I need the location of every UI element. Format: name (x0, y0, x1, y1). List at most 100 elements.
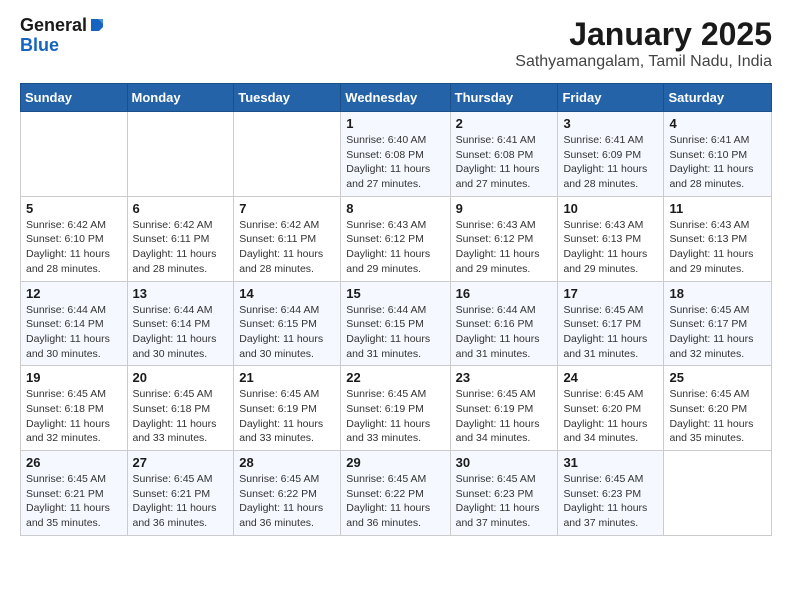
calendar-cell: 27 Sunrise: 6:45 AMSunset: 6:21 PMDayligh… (127, 451, 234, 536)
calendar-cell: 12Sunrise: 6:44 AMSunset: 6:14 PMDayligh… (21, 281, 128, 366)
calendar-week-4: 19Sunrise: 6:45 AMSunset: 6:18 PMDayligh… (21, 366, 772, 451)
title-block: January 2025 Sathyamangalam, Tamil Nadu,… (515, 16, 772, 71)
day-info: Sunrise: 6:45 AMSunset: 6:18 PMDaylight:… (26, 387, 122, 446)
calendar-cell: 7 Sunrise: 6:42 AMSunset: 6:11 PMDaylight… (234, 196, 341, 281)
day-number: 18 (669, 286, 766, 301)
day-info: Sunrise: 6:44 AMSunset: 6:15 PMDaylight:… (239, 303, 335, 362)
calendar-week-1: 1 Sunrise: 6:40 AMSunset: 6:08 PMDaylight… (21, 112, 772, 197)
calendar-cell: 5 Sunrise: 6:42 AMSunset: 6:10 PMDaylight… (21, 196, 128, 281)
calendar-cell: 25Sunrise: 6:45 AMSunset: 6:20 PMDayligh… (664, 366, 772, 451)
day-number: 23 (456, 370, 553, 385)
day-number: 10 (563, 201, 658, 216)
day-header-friday: Friday (558, 84, 664, 112)
calendar-cell: 16 Sunrise: 6:44 AMSunset: 6:16 PMDayligh… (450, 281, 558, 366)
calendar-header: SundayMondayTuesdayWednesdayThursdayFrid… (21, 84, 772, 112)
calendar-cell: 10 Sunrise: 6:43 AMSunset: 6:13 PMDayligh… (558, 196, 664, 281)
calendar-cell: 6Sunrise: 6:42 AMSunset: 6:11 PMDaylight… (127, 196, 234, 281)
day-header-row: SundayMondayTuesdayWednesdayThursdayFrid… (21, 84, 772, 112)
day-number: 2 (456, 116, 553, 131)
calendar-cell: 14Sunrise: 6:44 AMSunset: 6:15 PMDayligh… (234, 281, 341, 366)
day-number: 17 (563, 286, 658, 301)
day-header-thursday: Thursday (450, 84, 558, 112)
page-subtitle: Sathyamangalam, Tamil Nadu, India (515, 53, 772, 71)
logo-icon (89, 17, 105, 33)
calendar-cell: 31 Sunrise: 6:45 AMSunset: 6:23 PMDayligh… (558, 451, 664, 536)
calendar-cell: 1 Sunrise: 6:40 AMSunset: 6:08 PMDaylight… (341, 112, 450, 197)
day-number: 25 (669, 370, 766, 385)
page-header: General Blue January 2025 Sathyamangalam… (20, 16, 772, 71)
day-number: 31 (563, 455, 658, 470)
day-info: Sunrise: 6:43 AMSunset: 6:12 PMDaylight:… (346, 218, 444, 277)
calendar-cell: 8 Sunrise: 6:43 AMSunset: 6:12 PMDaylight… (341, 196, 450, 281)
calendar-cell: 15 Sunrise: 6:44 AMSunset: 6:15 PMDayligh… (341, 281, 450, 366)
day-info: Sunrise: 6:40 AMSunset: 6:08 PMDaylight:… (346, 133, 444, 192)
day-info: Sunrise: 6:43 AMSunset: 6:13 PMDaylight:… (563, 218, 658, 277)
calendar-cell: 30Sunrise: 6:45 AMSunset: 6:23 PMDayligh… (450, 451, 558, 536)
day-number: 9 (456, 201, 553, 216)
day-info: Sunrise: 6:45 AMSunset: 6:18 PMDaylight:… (133, 387, 229, 446)
day-info: Sunrise: 6:44 AMSunset: 6:14 PMDaylight:… (133, 303, 229, 362)
day-number: 16 (456, 286, 553, 301)
day-info: Sunrise: 6:41 AMSunset: 6:09 PMDaylight:… (563, 133, 658, 192)
day-number: 12 (26, 286, 122, 301)
day-number: 27 (133, 455, 229, 470)
day-info: Sunrise: 6:45 AMSunset: 6:21 PMDaylight:… (26, 472, 122, 531)
day-info: Sunrise: 6:43 AMSunset: 6:12 PMDaylight:… (456, 218, 553, 277)
day-number: 22 (346, 370, 444, 385)
calendar-cell: 4Sunrise: 6:41 AMSunset: 6:10 PMDaylight… (664, 112, 772, 197)
logo-text-blue: Blue (20, 36, 59, 56)
day-info: Sunrise: 6:44 AMSunset: 6:16 PMDaylight:… (456, 303, 553, 362)
day-info: Sunrise: 6:45 AMSunset: 6:23 PMDaylight:… (456, 472, 553, 531)
page-title: January 2025 (515, 16, 772, 53)
day-number: 20 (133, 370, 229, 385)
day-number: 13 (133, 286, 229, 301)
day-info: Sunrise: 6:45 AMSunset: 6:20 PMDaylight:… (563, 387, 658, 446)
day-number: 26 (26, 455, 122, 470)
day-info: Sunrise: 6:45 AMSunset: 6:22 PMDaylight:… (239, 472, 335, 531)
day-info: Sunrise: 6:44 AMSunset: 6:15 PMDaylight:… (346, 303, 444, 362)
day-info: Sunrise: 6:45 AMSunset: 6:19 PMDaylight:… (239, 387, 335, 446)
calendar-cell: 28 Sunrise: 6:45 AMSunset: 6:22 PMDayligh… (234, 451, 341, 536)
day-number: 1 (346, 116, 444, 131)
day-info: Sunrise: 6:45 AMSunset: 6:19 PMDaylight:… (346, 387, 444, 446)
day-number: 28 (239, 455, 335, 470)
day-number: 11 (669, 201, 766, 216)
day-info: Sunrise: 6:45 AMSunset: 6:21 PMDaylight:… (133, 472, 229, 531)
calendar-cell: 22 Sunrise: 6:45 AMSunset: 6:19 PMDayligh… (341, 366, 450, 451)
calendar-week-5: 26 Sunrise: 6:45 AMSunset: 6:21 PMDayligh… (21, 451, 772, 536)
day-number: 3 (563, 116, 658, 131)
calendar-cell: 18 Sunrise: 6:45 AMSunset: 6:17 PMDayligh… (664, 281, 772, 366)
day-number: 15 (346, 286, 444, 301)
calendar-cell: 11Sunrise: 6:43 AMSunset: 6:13 PMDayligh… (664, 196, 772, 281)
calendar-cell: 20 Sunrise: 6:45 AMSunset: 6:18 PMDayligh… (127, 366, 234, 451)
day-header-wednesday: Wednesday (341, 84, 450, 112)
day-number: 6 (133, 201, 229, 216)
calendar-cell: 21 Sunrise: 6:45 AMSunset: 6:19 PMDayligh… (234, 366, 341, 451)
day-number: 7 (239, 201, 335, 216)
calendar-cell (664, 451, 772, 536)
day-info: Sunrise: 6:45 AMSunset: 6:23 PMDaylight:… (563, 472, 658, 531)
day-info: Sunrise: 6:42 AMSunset: 6:10 PMDaylight:… (26, 218, 122, 277)
calendar-cell: 2 Sunrise: 6:41 AMSunset: 6:08 PMDaylight… (450, 112, 558, 197)
day-header-tuesday: Tuesday (234, 84, 341, 112)
day-number: 21 (239, 370, 335, 385)
logo: General Blue (20, 16, 105, 56)
day-info: Sunrise: 6:41 AMSunset: 6:10 PMDaylight:… (669, 133, 766, 192)
calendar-cell: 23 Sunrise: 6:45 AMSunset: 6:19 PMDayligh… (450, 366, 558, 451)
calendar-week-2: 5 Sunrise: 6:42 AMSunset: 6:10 PMDaylight… (21, 196, 772, 281)
day-info: Sunrise: 6:45 AMSunset: 6:17 PMDaylight:… (563, 303, 658, 362)
day-header-monday: Monday (127, 84, 234, 112)
calendar-cell: 3 Sunrise: 6:41 AMSunset: 6:09 PMDaylight… (558, 112, 664, 197)
calendar-cell: 17 Sunrise: 6:45 AMSunset: 6:17 PMDayligh… (558, 281, 664, 366)
day-info: Sunrise: 6:45 AMSunset: 6:22 PMDaylight:… (346, 472, 444, 531)
calendar-cell: 19Sunrise: 6:45 AMSunset: 6:18 PMDayligh… (21, 366, 128, 451)
day-info: Sunrise: 6:41 AMSunset: 6:08 PMDaylight:… (456, 133, 553, 192)
day-header-sunday: Sunday (21, 84, 128, 112)
calendar-table: SundayMondayTuesdayWednesdayThursdayFrid… (20, 83, 772, 536)
day-number: 8 (346, 201, 444, 216)
day-info: Sunrise: 6:42 AMSunset: 6:11 PMDaylight:… (239, 218, 335, 277)
day-info: Sunrise: 6:45 AMSunset: 6:17 PMDaylight:… (669, 303, 766, 362)
day-number: 5 (26, 201, 122, 216)
day-info: Sunrise: 6:45 AMSunset: 6:19 PMDaylight:… (456, 387, 553, 446)
calendar-cell: 26 Sunrise: 6:45 AMSunset: 6:21 PMDayligh… (21, 451, 128, 536)
